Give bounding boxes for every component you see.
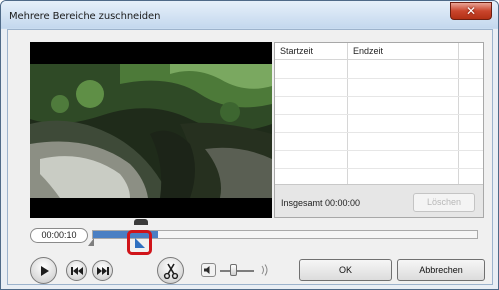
window-title: Mehrere Bereiche zuschneiden: [9, 11, 161, 22]
close-button[interactable]: ✕: [450, 2, 492, 20]
table-footer: Insgesamt 00:00:00 Löschen: [275, 184, 483, 217]
row-divider: [275, 96, 483, 97]
delete-button[interactable]: Löschen: [413, 193, 475, 212]
row-divider: [275, 78, 483, 79]
play-button[interactable]: [30, 257, 57, 284]
mute-button[interactable]: [201, 263, 216, 277]
total-duration: Insgesamt 00:00:00: [281, 198, 361, 208]
next-button[interactable]: [92, 260, 113, 281]
row-divider: [275, 114, 483, 115]
start-marker-icon[interactable]: [88, 238, 94, 246]
cut-button[interactable]: [157, 257, 184, 284]
dialog-content: Startzeit Endzeit Insgesamt 00:00:00 Lös…: [7, 29, 493, 285]
title-bar[interactable]: Mehrere Bereiche zuschneiden ✕: [1, 1, 498, 28]
skip-back-icon: [70, 266, 83, 275]
column-header-end[interactable]: Endzeit: [353, 46, 383, 56]
volume-slider-track[interactable]: [220, 270, 254, 272]
row-divider: [275, 132, 483, 133]
range-table: Startzeit Endzeit Insgesamt 00:00:00 Lös…: [274, 42, 484, 218]
cancel-button[interactable]: Abbrechen: [397, 259, 485, 281]
ok-button[interactable]: OK: [299, 259, 392, 281]
playhead-handle[interactable]: [134, 219, 148, 225]
previous-button[interactable]: [66, 260, 87, 281]
volume-slider-thumb[interactable]: [230, 264, 237, 276]
dialog-window: Mehrere Bereiche zuschneiden ✕ Startzeit…: [0, 0, 499, 290]
current-time-display: 00:00:10: [30, 228, 88, 243]
table-header: Startzeit Endzeit: [275, 43, 483, 60]
close-icon: ✕: [465, 4, 477, 18]
skip-forward-icon: [96, 266, 109, 275]
row-divider: [275, 168, 483, 169]
video-frame-image: [30, 64, 272, 198]
scissors-icon: [163, 263, 178, 279]
video-preview: [30, 42, 272, 218]
row-divider: [275, 150, 483, 151]
volume-max-icon: [261, 264, 268, 276]
speaker-icon: [204, 266, 210, 274]
column-header-start[interactable]: Startzeit: [280, 46, 313, 56]
play-icon: [40, 265, 49, 276]
